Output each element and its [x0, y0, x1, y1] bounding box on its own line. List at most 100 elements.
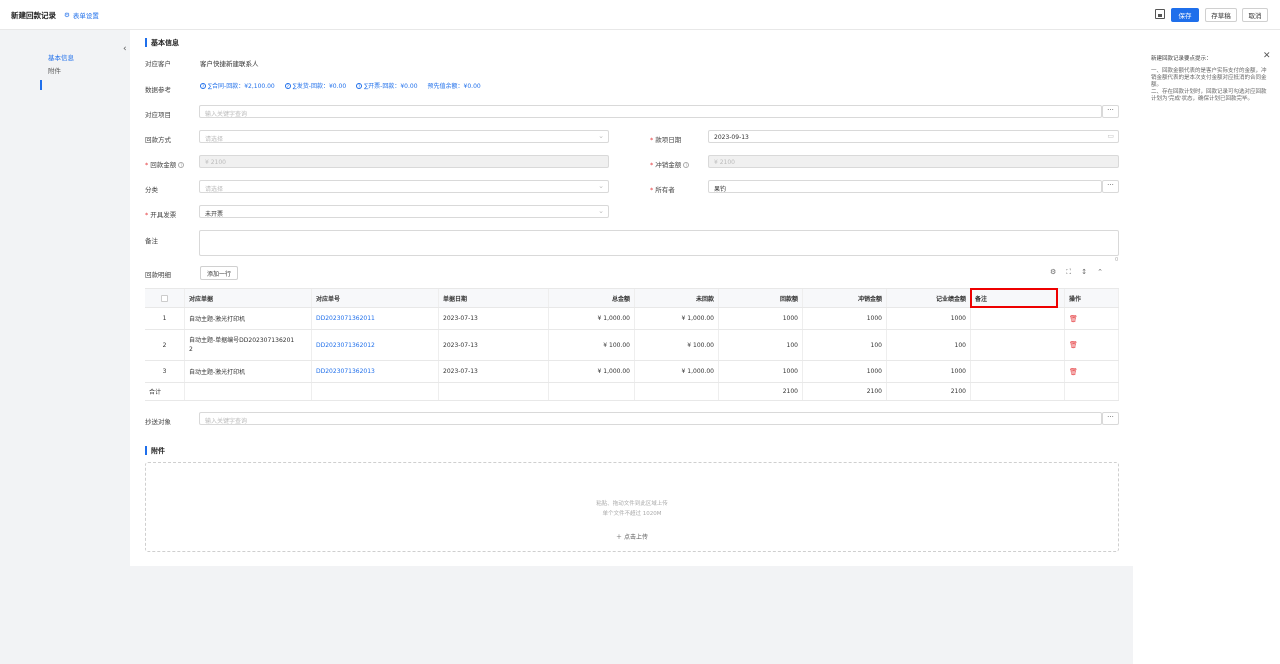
total-empty [971, 383, 1065, 400]
category-select[interactable]: 请选择 ⌄ [199, 180, 609, 193]
row-height-icon[interactable]: ↕ [1081, 268, 1087, 277]
form-settings-link[interactable]: ⚙ 表单设置 [64, 10, 99, 20]
delete-icon[interactable]: 🗑 [1069, 368, 1078, 376]
cc-more-button[interactable]: ··· [1102, 412, 1119, 425]
remark-textarea[interactable] [199, 230, 1119, 256]
total-offset: 2100 [803, 383, 887, 400]
select-all-cell[interactable] [145, 289, 185, 307]
row-date: 2023-07-13 [439, 330, 549, 360]
row-perf-input[interactable]: 1000 [887, 361, 971, 382]
form-main: 基本信息 对应客户 客户快捷新建联系人 数据参考 ? ∑合同-回款：¥2,100.… [130, 30, 1133, 566]
row-unpaid: ¥ 100.00 [635, 330, 719, 360]
project-input[interactable]: 输入关键字查询 [199, 105, 1102, 118]
amount-input[interactable]: ¥ 2100 [199, 155, 609, 168]
row-number: 1 [145, 308, 185, 329]
date-input[interactable]: 2023-09-13 ▭ [708, 130, 1119, 143]
offset-label: * 冲销金额 ? [650, 161, 690, 169]
upload-button[interactable]: ＋ 点击上传 [146, 532, 1118, 541]
row-unpaid: ¥ 1,000.00 [635, 308, 719, 329]
total-empty [312, 383, 439, 400]
collapse-up-icon[interactable]: ⌃ [1097, 268, 1103, 277]
nav-item-attachment[interactable]: 附件 [48, 65, 61, 75]
category-label: 分类 [145, 186, 158, 194]
ref-label: 数据参考 [145, 86, 171, 94]
cc-input[interactable]: 输入关键字查询 [199, 412, 1102, 425]
ref-contract-link[interactable]: ? ∑合同-回款：¥2,100.00 [200, 81, 275, 90]
col-paid: 回款额 [719, 289, 803, 307]
invoice-select[interactable]: 未开票 ⌄ [199, 205, 609, 218]
fullscreen-icon[interactable]: ⛶ [1066, 268, 1071, 277]
select-all-checkbox[interactable] [161, 294, 168, 302]
total-empty [439, 383, 549, 400]
delete-icon[interactable]: 🗑 [1069, 341, 1078, 349]
upload-label: 点击上传 [623, 534, 648, 541]
row-offset-input[interactable]: 1000 [803, 308, 887, 329]
row-paid-input[interactable]: 1000 [719, 308, 803, 329]
save-button[interactable]: 保存 [1171, 8, 1199, 22]
table-tools: ⚙ ⛶ ↕ ⌃ [1050, 268, 1103, 277]
row-code-link[interactable]: DD2023071362012 [312, 330, 439, 360]
top-bar: 新建回款记录 ⚙ 表单设置 保存 存草稿 取消 [0, 0, 1280, 30]
amount-label: * 回款金额 ? [145, 161, 185, 169]
save-icon[interactable] [1155, 9, 1165, 19]
owner-input[interactable]: 果钓 [708, 180, 1102, 193]
customer-label: 对应客户 [145, 60, 171, 68]
upload-size-hint: 单个文件不超过 1020M [602, 511, 662, 517]
collapse-chevron-icon[interactable]: ‹ [123, 44, 127, 54]
row-paid-input[interactable]: 1000 [719, 361, 803, 382]
col-date: 单据日期 [439, 289, 549, 307]
settings-icon[interactable]: ⚙ [1050, 268, 1056, 277]
tips-panel: 新建回款记录要点提示： ✕ 一、回款金额代表的是客户实际支付的金额，冲销金额代表… [1133, 30, 1280, 664]
cancel-button[interactable]: 取消 [1242, 8, 1268, 22]
remark-column-highlight [970, 288, 1058, 308]
col-unpaid: 未回款 [635, 289, 719, 307]
row-doc: 自动主题-激光打印机 [185, 361, 312, 382]
col-total: 总金额 [549, 289, 635, 307]
row-unpaid: ¥ 1,000.00 [635, 361, 719, 382]
col-perf: 记业绩金额 [887, 289, 971, 307]
row-remark-input[interactable] [971, 308, 1065, 329]
col-doc: 对应单据 [185, 289, 312, 307]
row-offset-input[interactable]: 100 [803, 330, 887, 360]
total-empty [635, 383, 719, 400]
method-select[interactable]: 请选择 ⌄ [199, 130, 609, 143]
add-row-button[interactable]: 添加一行 [200, 266, 238, 280]
chevron-down-icon: ⌄ [598, 207, 604, 215]
owner-label: * 所有者 [650, 186, 675, 194]
close-icon[interactable]: ✕ [1263, 51, 1271, 61]
row-remark-input[interactable] [971, 330, 1065, 360]
offset-input[interactable]: ¥ 2100 [708, 155, 1119, 168]
gear-icon: ⚙ [64, 11, 70, 19]
table-row: 1 自动主题-激光打印机 DD2023071362011 2023-07-13 … [145, 308, 1119, 330]
tips-body: 一、回款金额代表的是客户实际支付的金额，冲销金额代表的是本次支付金额对应抵消的合… [1151, 68, 1267, 102]
row-paid-input[interactable]: 100 [719, 330, 803, 360]
project-label: 对应项目 [145, 111, 171, 119]
row-perf-input[interactable]: 100 [887, 330, 971, 360]
delete-icon[interactable]: 🗑 [1069, 315, 1078, 323]
row-remark-input[interactable] [971, 361, 1065, 382]
category-placeholder: 请选择 [205, 186, 224, 193]
total-empty [549, 383, 635, 400]
question-icon: ? [200, 82, 206, 89]
ref-shipment-link[interactable]: ? ∑发货-回款：¥0.00 [284, 81, 347, 90]
info-icon: ? [683, 162, 690, 168]
customer-value: 客户快捷新建联系人 [200, 60, 259, 68]
owner-more-button[interactable]: ··· [1102, 180, 1119, 193]
nav-item-basic-info[interactable]: 基本信息 [48, 52, 74, 62]
ref-prepay-link[interactable]: 预先值余额：¥0.00 [428, 81, 481, 90]
row-perf-input[interactable]: 1000 [887, 308, 971, 329]
row-code-link[interactable]: DD2023071362011 [312, 308, 439, 329]
row-code-link[interactable]: DD2023071362013 [312, 361, 439, 382]
project-more-button[interactable]: ··· [1102, 105, 1119, 118]
upload-dropzone[interactable]: 粘贴、拖动文件到此区域上传 单个文件不超过 1020M ＋ 点击上传 [145, 462, 1119, 552]
question-icon: ? [356, 82, 363, 89]
form-settings-label: 表单设置 [72, 12, 99, 20]
save-draft-button[interactable]: 存草稿 [1205, 8, 1237, 22]
row-date: 2023-07-13 [439, 308, 549, 329]
method-label: 回款方式 [145, 136, 171, 144]
ref-invoice-link[interactable]: ? ∑开票-回款：¥0.00 [356, 81, 418, 90]
ref-shipment-text: ∑发货-回款：¥0.00 [292, 83, 347, 90]
row-offset-input[interactable]: 1000 [803, 361, 887, 382]
date-value: 2023-09-13 [714, 134, 749, 141]
anchor-nav: 基本信息 附件 ‹ [0, 30, 130, 664]
